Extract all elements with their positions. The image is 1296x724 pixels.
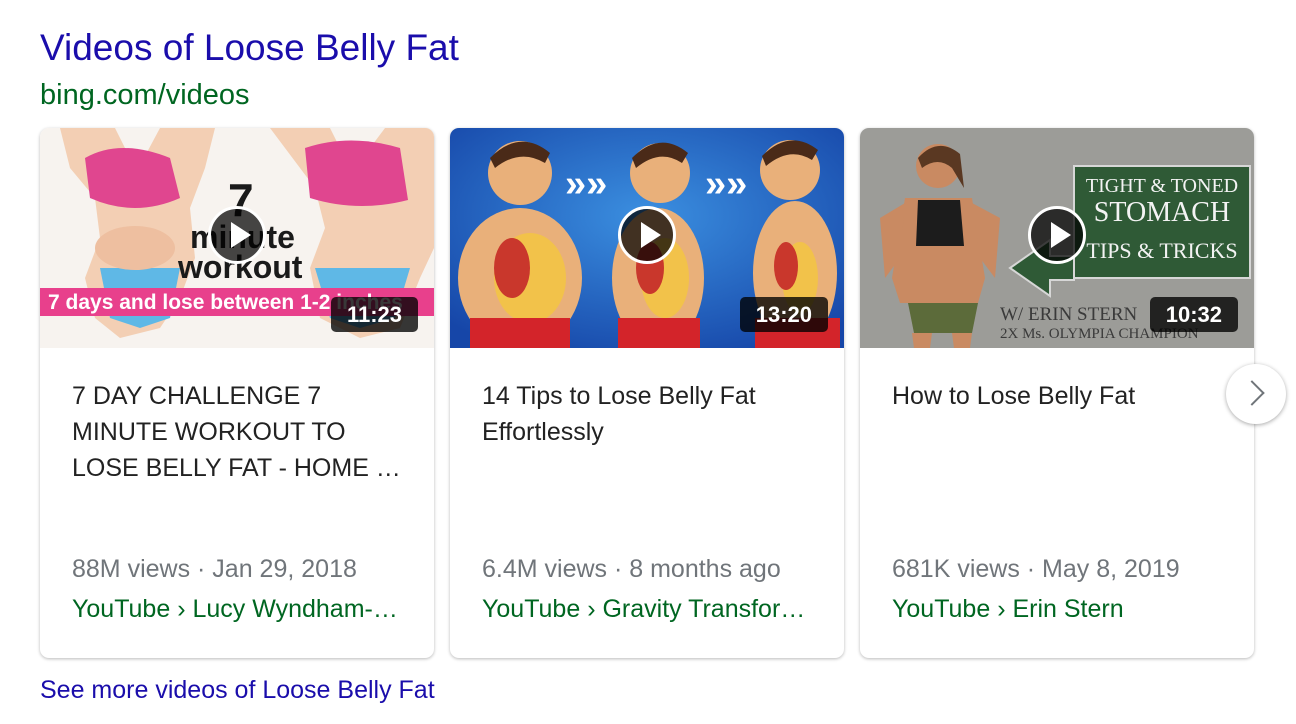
thumb-line3: TIPS & TRICKS bbox=[1086, 238, 1237, 263]
thumb-line1: TIGHT & TONED bbox=[1086, 175, 1238, 197]
play-icon[interactable] bbox=[1028, 206, 1086, 264]
video-channel[interactable]: YouTube › Gravity Transfor… bbox=[482, 592, 812, 626]
carousel-next-button[interactable] bbox=[1226, 364, 1286, 424]
video-card-1[interactable]: 7 days and lose between 1-2 inches 7 min… bbox=[40, 128, 434, 658]
video-title[interactable]: 14 Tips to Lose Belly Fat Effortlessly bbox=[482, 378, 822, 450]
video-thumbnail[interactable]: 7 days and lose between 1-2 inches 7 min… bbox=[40, 128, 434, 348]
video-duration: 10:32 bbox=[1149, 297, 1238, 332]
play-icon[interactable] bbox=[618, 206, 676, 264]
video-thumbnail[interactable]: TIGHT & TONED STOMACH TIPS & TRICKS W/ E… bbox=[860, 128, 1254, 348]
video-meta: 681K views · May 8, 2019 bbox=[892, 555, 1180, 583]
video-thumbnail[interactable]: »» »» 13:20 bbox=[450, 128, 844, 348]
video-meta: 88M views · Jan 29, 2018 bbox=[72, 555, 357, 583]
thumb-line2: STOMACH bbox=[1094, 197, 1230, 228]
source-url: bing.com/videos bbox=[40, 79, 250, 111]
svg-text:»»: »» bbox=[565, 163, 607, 205]
video-title[interactable]: How to Lose Belly Fat bbox=[892, 378, 1232, 414]
video-card-3[interactable]: TIGHT & TONED STOMACH TIPS & TRICKS W/ E… bbox=[860, 128, 1254, 658]
section-title[interactable]: Videos of Loose Belly Fat bbox=[40, 26, 459, 70]
play-icon[interactable] bbox=[208, 206, 266, 264]
video-channel[interactable]: YouTube › Lucy Wyndham-… bbox=[72, 592, 402, 626]
thumb-credit1: W/ ERIN STERN bbox=[1000, 304, 1137, 325]
video-title[interactable]: 7 DAY CHALLENGE 7 MINUTE WORKOUT TO LOSE… bbox=[72, 378, 412, 486]
see-more-link[interactable]: See more videos of Loose Belly Fat bbox=[40, 674, 435, 706]
video-card-2[interactable]: »» »» 13:20 14 Tips to Lose Belly Fat Ef… bbox=[450, 128, 844, 658]
video-duration: 11:23 bbox=[330, 297, 418, 332]
svg-text:»»: »» bbox=[705, 163, 747, 205]
video-channel[interactable]: YouTube › Erin Stern bbox=[892, 592, 1222, 626]
video-duration: 13:20 bbox=[739, 297, 828, 332]
video-meta: 6.4M views · 8 months ago bbox=[482, 555, 781, 583]
chevron-right-icon bbox=[1239, 380, 1265, 406]
